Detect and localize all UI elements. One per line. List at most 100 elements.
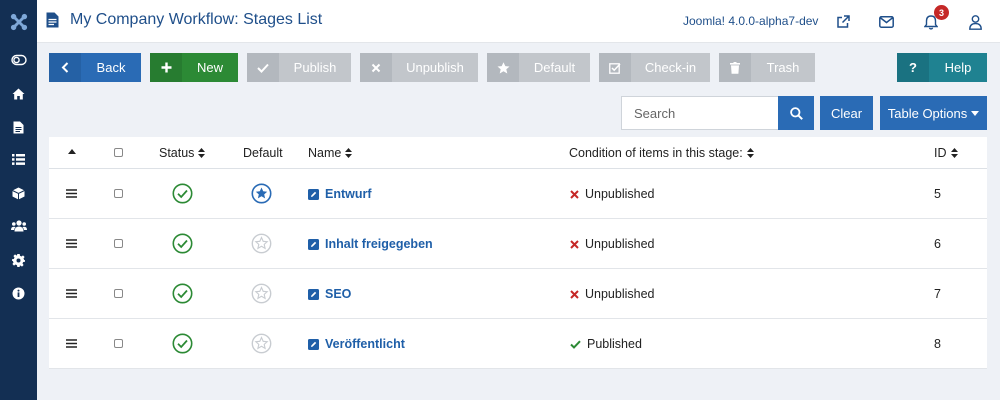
back-label: Back [96, 60, 126, 75]
stage-name-link[interactable]: Entwurf [308, 187, 372, 201]
stage-name-link[interactable]: SEO [308, 287, 351, 301]
stages-table: Status Default Name Condition of items i… [49, 137, 987, 369]
drag-handle-icon[interactable] [66, 189, 77, 198]
checkin-label: Check-in [644, 60, 697, 75]
trash-label: Trash [766, 60, 800, 75]
row-checkbox[interactable] [114, 339, 123, 348]
times-icon [360, 53, 392, 82]
default-star-icon[interactable] [251, 183, 272, 204]
row-checkbox[interactable] [114, 239, 123, 248]
published-status-icon[interactable] [172, 233, 193, 254]
help-info-icon[interactable] [0, 281, 37, 305]
condition-column-label: Condition of items in this stage: [569, 146, 743, 160]
published-status-icon[interactable] [172, 183, 193, 204]
non-default-star-icon[interactable] [251, 333, 272, 354]
drag-handle-icon[interactable] [66, 339, 77, 348]
sort-icon [198, 148, 206, 158]
users-icon[interactable] [0, 214, 37, 238]
condition-cell: Unpublished [570, 187, 655, 201]
joomla-logo-icon[interactable] [0, 0, 37, 43]
caret-down-icon [971, 110, 980, 116]
search-button[interactable] [778, 96, 814, 130]
stage-name: SEO [325, 287, 352, 301]
table-row: Veröffentlicht Published 8 [49, 319, 987, 369]
stage-id: 7 [934, 287, 941, 301]
stage-id: 5 [934, 187, 941, 201]
row-checkbox[interactable] [114, 289, 123, 298]
name-column-label: Name [308, 146, 342, 160]
ordering-sort-icon[interactable] [68, 149, 76, 154]
drag-handle-icon[interactable] [66, 289, 77, 298]
new-label: New [196, 60, 223, 75]
home-icon[interactable] [0, 82, 37, 106]
table-header: Status Default Name Condition of items i… [49, 137, 987, 169]
times-icon [570, 289, 579, 299]
version-link[interactable]: Joomla! 4.0.0-alpha7-dev [683, 14, 818, 28]
system-icon[interactable] [0, 248, 37, 272]
unpublish-button[interactable]: Unpublish [360, 53, 478, 82]
search-input[interactable] [621, 96, 778, 130]
times-icon [570, 239, 579, 249]
stage-name-link[interactable]: Inhalt freigegeben [308, 237, 433, 251]
mail-icon[interactable] [875, 11, 897, 33]
check-icon [570, 340, 581, 349]
condition-text: Published [587, 337, 642, 351]
unpublish-label: Unpublish [406, 60, 464, 75]
published-status-icon[interactable] [172, 283, 193, 304]
search-icon [789, 106, 803, 120]
default-button[interactable]: Default [487, 53, 590, 82]
condition-text: Unpublished [585, 287, 655, 301]
default-label: Default [533, 60, 576, 75]
row-checkbox[interactable] [114, 189, 123, 198]
help-button[interactable]: ? Help [897, 53, 987, 82]
id-column-label: ID [934, 146, 947, 160]
page-title: My Company Workflow: Stages List [70, 11, 323, 28]
stage-name: Veröffentlicht [325, 337, 405, 351]
stage-name-link[interactable]: Veröffentlicht [308, 337, 405, 351]
header: My Company Workflow: Stages List Joomla!… [37, 0, 1000, 43]
edit-icon [308, 188, 319, 200]
table-row: Inhalt freigegeben Unpublished 6 [49, 219, 987, 269]
clear-button[interactable]: Clear [820, 96, 873, 130]
id-column-header[interactable]: ID [934, 146, 958, 160]
notification-badge: 3 [934, 5, 949, 20]
content-icon[interactable] [0, 115, 37, 139]
table-options-button[interactable]: Table Options [880, 96, 987, 130]
stage-id: 8 [934, 337, 941, 351]
menus-icon[interactable] [0, 147, 37, 171]
select-all-checkbox[interactable] [114, 148, 123, 157]
toggle-menu-icon[interactable] [0, 48, 37, 72]
condition-text: Unpublished [585, 187, 655, 201]
name-column-header[interactable]: Name [308, 146, 353, 160]
sort-icon [746, 148, 754, 158]
document-icon [46, 12, 59, 31]
published-status-icon[interactable] [172, 333, 193, 354]
table-row: SEO Unpublished 7 [49, 269, 987, 319]
stage-name: Entwurf [325, 187, 372, 201]
times-icon [570, 189, 579, 199]
trash-button[interactable]: Trash [719, 53, 815, 82]
star-icon [487, 53, 519, 82]
publish-button[interactable]: Publish [247, 53, 351, 82]
question-icon: ? [897, 53, 929, 82]
table-options-label: Table Options [887, 105, 968, 121]
checkin-button[interactable]: Check-in [599, 53, 710, 82]
external-link-icon[interactable] [832, 11, 854, 33]
new-button[interactable]: New [150, 53, 238, 82]
condition-cell: Unpublished [570, 237, 655, 251]
publish-label: Publish [293, 60, 337, 75]
default-column-header: Default [243, 146, 283, 160]
components-icon[interactable] [0, 181, 37, 205]
non-default-star-icon[interactable] [251, 283, 272, 304]
non-default-star-icon[interactable] [251, 233, 272, 254]
help-label: Help [944, 60, 972, 75]
sidebar [0, 0, 37, 400]
sort-icon [345, 148, 353, 158]
check-icon [247, 53, 279, 82]
condition-cell: Unpublished [570, 287, 655, 301]
drag-handle-icon[interactable] [66, 239, 77, 248]
user-icon[interactable] [964, 11, 986, 33]
back-button[interactable]: Back [49, 53, 141, 82]
condition-column-header[interactable]: Condition of items in this stage: [569, 146, 754, 160]
status-column-header[interactable]: Status [159, 146, 206, 160]
